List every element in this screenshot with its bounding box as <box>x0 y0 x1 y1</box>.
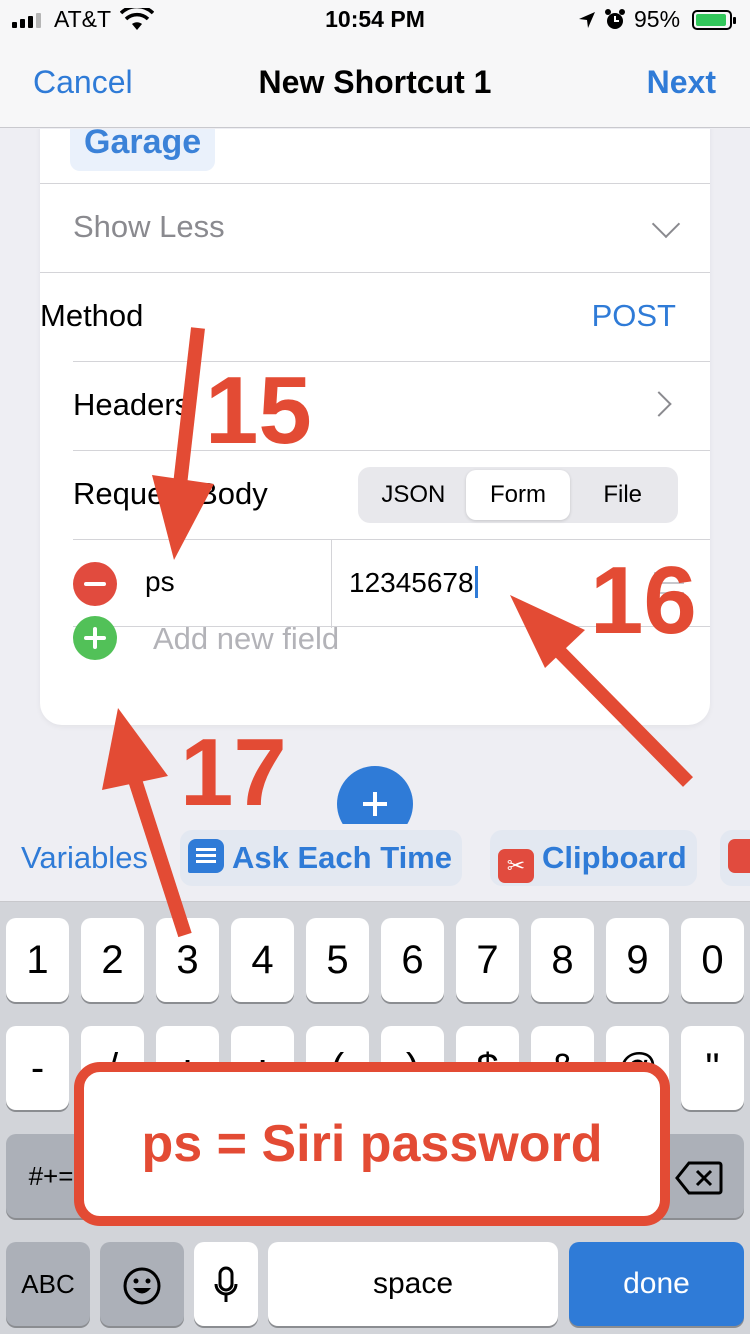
step-15-label: 15 <box>205 357 312 464</box>
navigation-bar: Cancel New Shortcut 1 Next <box>0 40 750 128</box>
add-field-button[interactable] <box>73 616 117 660</box>
page-title: New Shortcut 1 <box>258 64 492 100</box>
microphone-icon <box>214 1266 238 1303</box>
remove-field-button[interactable] <box>73 562 117 606</box>
key-quote[interactable]: " <box>681 1026 744 1110</box>
show-less-label: Show Less <box>73 209 225 244</box>
key-6[interactable]: 6 <box>381 918 444 1002</box>
location-icon <box>579 12 595 28</box>
backspace-icon <box>675 1161 723 1195</box>
ask-each-time-button[interactable]: Ask Each Time <box>180 830 462 886</box>
key-hyphen[interactable]: - <box>6 1026 69 1110</box>
method-label: Method <box>40 298 144 333</box>
speech-bubble-icon <box>188 839 224 873</box>
field-value-input[interactable]: 12345678 <box>349 566 478 599</box>
body-type-segmented-control[interactable]: JSON Form File <box>358 467 678 523</box>
key-8[interactable]: 8 <box>531 918 594 1002</box>
ask-each-time-label: Ask Each Time <box>232 840 452 875</box>
variable-suggestion-bar: Variables Ask Each Time ✂ Clipboard <box>0 824 750 902</box>
add-action-button[interactable] <box>337 766 413 824</box>
key-3[interactable]: 3 <box>156 918 219 1002</box>
segment-form[interactable]: Form <box>465 470 571 520</box>
dictation-key[interactable] <box>194 1242 258 1326</box>
done-key[interactable]: done <box>569 1242 744 1326</box>
key-7[interactable]: 7 <box>456 918 519 1002</box>
battery-percent: 95% <box>634 6 681 32</box>
segment-file[interactable]: File <box>570 470 675 520</box>
emoji-icon <box>123 1267 161 1305</box>
clipboard-button[interactable]: ✂ Clipboard <box>490 830 697 886</box>
calendar-button[interactable] <box>720 830 750 886</box>
field-key-input[interactable]: ps <box>145 566 175 598</box>
clipboard-label: Clipboard <box>542 840 687 875</box>
key-1[interactable]: 1 <box>6 918 69 1002</box>
segment-json[interactable]: JSON <box>361 470 466 520</box>
variable-chip[interactable]: Garage <box>70 129 216 171</box>
password-callout: ps = Siri password <box>74 1062 670 1226</box>
key-9[interactable]: 9 <box>606 918 669 1002</box>
text-cursor <box>474 566 478 598</box>
emoji-key[interactable] <box>100 1242 184 1326</box>
step-16-label: 16 <box>590 547 697 654</box>
show-less-row[interactable]: Show Less <box>40 183 710 272</box>
step-17-label: 17 <box>180 719 287 826</box>
alarm-icon <box>605 9 625 29</box>
chevron-down-icon <box>651 209 681 239</box>
next-button[interactable]: Next <box>647 64 716 101</box>
request-body-label: Request Body <box>73 476 268 511</box>
key-4[interactable]: 4 <box>231 918 294 1002</box>
shortcut-editor: Garage Show Less Method POST Headers Req… <box>0 129 750 824</box>
variables-button[interactable]: Variables <box>21 830 148 886</box>
space-key[interactable]: space <box>268 1242 558 1326</box>
method-row[interactable]: Method POST <box>40 272 710 361</box>
abc-key[interactable]: ABC <box>6 1242 90 1326</box>
field-value-text: 12345678 <box>349 567 474 598</box>
key-5[interactable]: 5 <box>306 918 369 1002</box>
scissors-icon: ✂ <box>498 849 534 883</box>
calendar-icon <box>728 839 750 873</box>
headers-row[interactable]: Headers <box>73 361 710 450</box>
headers-label: Headers <box>73 387 191 422</box>
method-value[interactable]: POST <box>592 298 676 334</box>
key-0[interactable]: 0 <box>681 918 744 1002</box>
chevron-right-icon <box>646 391 672 417</box>
status-bar: AT&T 10:54 PM 95% <box>0 0 750 40</box>
field-divider <box>331 540 332 628</box>
battery-icon <box>692 10 736 30</box>
add-new-field-label[interactable]: Add new field <box>153 621 339 657</box>
request-body-row: Request Body JSON Form File <box>73 450 710 539</box>
key-2[interactable]: 2 <box>81 918 144 1002</box>
